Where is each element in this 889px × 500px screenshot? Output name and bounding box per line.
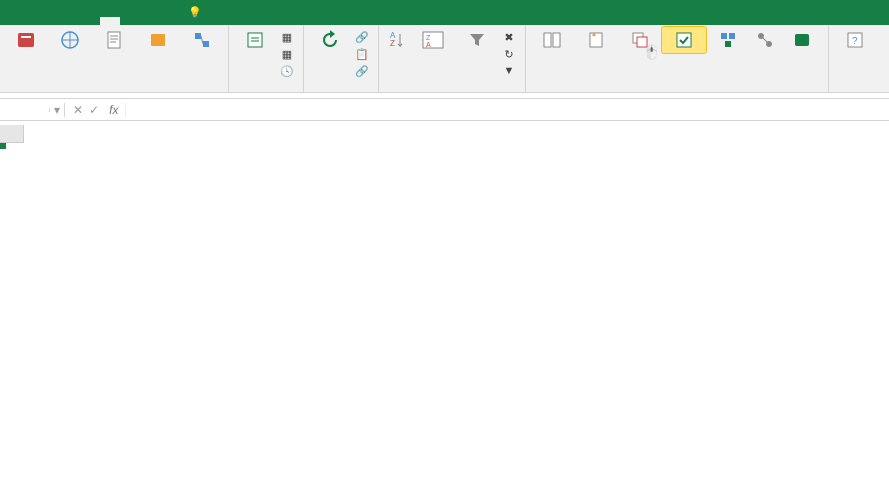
cancel-icon[interactable]: ✕ [73,103,83,117]
fx-icon[interactable]: fx [103,103,125,117]
link-icon: 🔗 [355,30,369,44]
tab-insert[interactable] [40,17,60,25]
svg-text:Z: Z [426,35,431,42]
reapply-icon: ↻ [502,47,516,61]
consolidate-button[interactable] [706,27,750,53]
connections-button[interactable]: 🔗 [352,29,374,45]
group-label-forecast [833,90,889,92]
from-access-button[interactable] [4,27,48,53]
what-if-button[interactable]: ? [833,27,877,53]
sort-icon: ZA [422,29,444,51]
show-queries-button[interactable]: ▦ [277,29,299,45]
formula-input[interactable] [126,108,889,112]
list-icon: ▦ [280,30,294,44]
svg-text:A: A [426,42,431,49]
tab-addins[interactable] [160,17,180,25]
globe-icon [59,29,81,51]
existing-connections-button[interactable] [180,27,224,53]
table-icon: ▦ [280,47,294,61]
group-label-datatools [530,90,824,92]
svg-text:Z: Z [390,39,395,48]
edit-links-icon: 🔗 [355,64,369,78]
from-other-button[interactable] [136,27,180,53]
sort-button[interactable]: ZA [411,27,455,53]
data-model-button[interactable] [780,27,824,53]
select-all-corner[interactable] [0,125,24,143]
properties-icon: 📋 [355,47,369,61]
tab-view[interactable] [140,17,160,25]
connections-icon [191,29,213,51]
from-table-button[interactable]: ▦ [277,46,299,62]
whatif-icon: ? [844,29,866,51]
name-box[interactable] [0,108,50,112]
flash-fill-icon [585,29,607,51]
filter-button[interactable] [455,27,499,53]
new-query-icon [244,29,266,51]
data-validation-button[interactable] [662,27,706,53]
from-web-button[interactable] [48,27,92,53]
data-model-icon [791,29,813,51]
funnel-icon [466,29,488,51]
clear-filter-button[interactable]: ✖ [499,29,521,45]
group-label-external [4,90,224,92]
formula-bar: ▾ ✕ ✓ fx [0,99,889,121]
tab-layout[interactable] [60,17,80,25]
relationships-button[interactable] [750,27,780,53]
reapply-button[interactable]: ↻ [499,46,521,62]
advanced-filter-button[interactable]: ▼ [499,63,521,79]
properties-button[interactable]: 📋 [352,46,374,62]
consolidate-icon [717,29,739,51]
tab-home[interactable] [20,17,40,25]
from-text-button[interactable] [92,27,136,53]
tab-file[interactable] [0,17,20,25]
tell-me-search[interactable]: 💡 [188,6,206,19]
refresh-all-button[interactable] [308,27,352,53]
spreadsheet-grid[interactable] [0,125,889,143]
menu-tabs: 💡 [0,0,889,25]
flash-fill-button[interactable] [574,27,618,53]
svg-text:?: ? [852,36,858,47]
enter-icon[interactable]: ✓ [89,103,99,117]
advanced-icon: ▼ [502,64,516,78]
recent-sources-button[interactable]: 🕓 [277,63,299,79]
sort-asc-icon: AZ [386,29,408,51]
refresh-icon [319,29,341,51]
lightbulb-icon: 💡 [188,6,202,19]
columns-icon [541,29,563,51]
other-sources-icon [147,29,169,51]
new-query-button[interactable] [233,27,277,53]
database-icon [15,29,37,51]
validation-icon [673,29,695,51]
remove-dup-icon [629,29,651,51]
tab-data[interactable] [100,17,120,25]
remove-duplicates-button[interactable] [618,27,662,53]
text-to-columns-button[interactable] [530,27,574,53]
edit-links-button[interactable]: 🔗 [352,63,374,79]
recent-icon: 🕓 [280,64,294,78]
dropdown-icon[interactable]: ▾ [54,103,60,117]
group-label-transform [233,90,299,92]
group-label-sortfilter [383,90,521,92]
relationships-icon [754,29,776,51]
forecast-sheet-button[interactable] [877,27,889,53]
sort-asc-button[interactable]: AZ [383,27,411,53]
ribbon: ▦ ▦ 🕓 🔗 📋 🔗 AZ Z [0,25,889,93]
text-file-icon [103,29,125,51]
tab-review[interactable] [120,17,140,25]
group-label-connections [308,90,374,92]
clear-icon: ✖ [502,30,516,44]
tab-formulas[interactable] [80,17,100,25]
